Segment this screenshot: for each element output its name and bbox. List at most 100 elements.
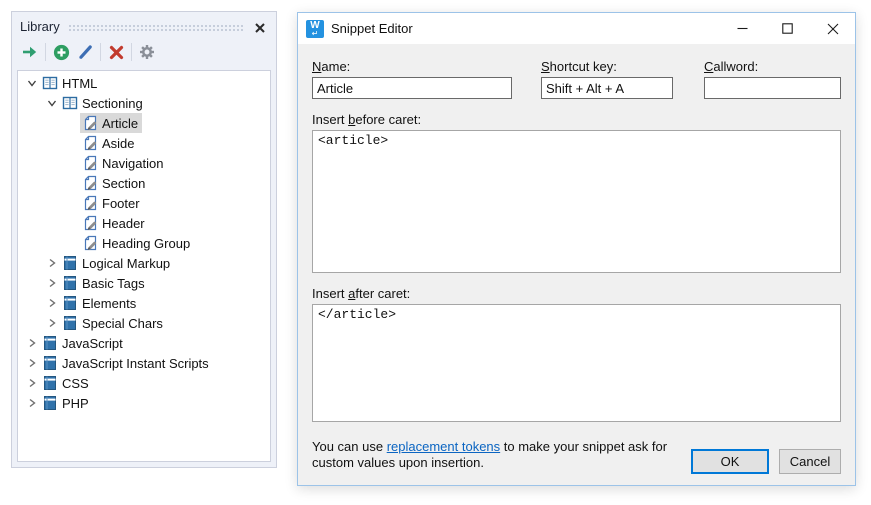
edit-snippet-button[interactable]: [73, 40, 97, 64]
tree-item-css[interactable]: CSS: [18, 373, 270, 393]
shortcut-key-input[interactable]: [541, 77, 673, 99]
tree-item-label: Special Chars: [82, 316, 163, 331]
chevron-right-icon: [27, 398, 37, 408]
tree-item-heading-group[interactable]: Heading Group: [18, 233, 270, 253]
delete-snippet-button[interactable]: [104, 40, 128, 64]
callword-input[interactable]: [704, 77, 841, 99]
gear-icon: [139, 44, 155, 60]
tree-chevron[interactable]: [64, 235, 80, 251]
tree-chevron[interactable]: [44, 275, 60, 291]
dialog-titlebar[interactable]: W↵ Snippet Editor: [298, 13, 855, 44]
chevron-right-icon: [27, 338, 37, 348]
tree-item-footer[interactable]: Footer: [18, 193, 270, 213]
tree-item-aside[interactable]: Aside: [18, 133, 270, 153]
tree-item-html[interactable]: HTML: [18, 73, 270, 93]
replacement-tokens-link[interactable]: replacement tokens: [387, 439, 500, 454]
maximize-button[interactable]: [765, 13, 810, 44]
name-label: Name:: [312, 59, 512, 74]
tree-item-article[interactable]: Article: [18, 113, 270, 133]
chevron-down-icon: [47, 98, 57, 108]
closed-book-icon: [62, 275, 78, 291]
tree-item-header[interactable]: Header: [18, 213, 270, 233]
panel-grip-texture[interactable]: [68, 24, 244, 32]
tree-item-javascript[interactable]: JavaScript: [18, 333, 270, 353]
tree-chevron[interactable]: [24, 75, 40, 91]
tree-item-label: Footer: [102, 196, 140, 211]
close-icon: [827, 23, 839, 35]
closed-book-icon: [62, 315, 78, 331]
tree-item-sectioning[interactable]: Sectioning: [18, 93, 270, 113]
replacement-tokens-note: You can use replacement tokens to make y…: [312, 439, 684, 474]
snippet-tree: HTML: [17, 70, 271, 462]
snippet-page-icon: [82, 235, 98, 251]
tree-item-elements[interactable]: Elements: [18, 293, 270, 313]
tree-chevron[interactable]: [44, 255, 60, 271]
tree-chevron[interactable]: [64, 175, 80, 191]
tree-chevron[interactable]: [44, 95, 60, 111]
open-book-icon: [62, 95, 78, 111]
snippet-page-icon: [82, 135, 98, 151]
toolbar-separator: [45, 43, 46, 61]
closed-book-icon: [42, 335, 58, 351]
snippet-page-icon: [82, 115, 98, 131]
insert-snippet-button[interactable]: [18, 40, 42, 64]
insert-before-caret-textarea[interactable]: <article>: [312, 130, 841, 273]
dialog-body: Name: Shortcut key: Callword: Insert bef…: [298, 44, 855, 486]
tree-chevron[interactable]: [24, 375, 40, 391]
pencil-icon: [77, 44, 93, 60]
library-close-button[interactable]: [252, 20, 268, 36]
closed-book-icon: [42, 355, 58, 371]
tree-item-label: Aside: [102, 136, 135, 151]
dialog-title: Snippet Editor: [331, 21, 720, 36]
tree-chevron[interactable]: [64, 215, 80, 231]
cancel-button[interactable]: Cancel: [779, 449, 841, 474]
chevron-down-icon: [27, 78, 37, 88]
library-header: Library: [12, 12, 276, 36]
library-toolbar: [12, 36, 276, 66]
ok-button[interactable]: OK: [691, 449, 769, 474]
tree-chevron[interactable]: [64, 135, 80, 151]
tree-chevron[interactable]: [24, 335, 40, 351]
tree-item-label: Logical Markup: [82, 256, 170, 271]
insert-before-caret-label: Insert before caret:: [312, 112, 841, 127]
close-button[interactable]: [810, 13, 855, 44]
tree-chevron[interactable]: [24, 395, 40, 411]
closed-book-icon: [42, 395, 58, 411]
tree-item-javascript-instant-scripts[interactable]: JavaScript Instant Scripts: [18, 353, 270, 373]
plus-circle-icon: [53, 44, 70, 61]
chevron-right-icon: [27, 378, 37, 388]
tree-chevron[interactable]: [44, 315, 60, 331]
tree-item-basic-tags[interactable]: Basic Tags: [18, 273, 270, 293]
open-book-icon: [42, 75, 58, 91]
insert-after-caret-label: Insert after caret:: [312, 286, 841, 301]
minimize-button[interactable]: [720, 13, 765, 44]
tree-item-special-chars[interactable]: Special Chars: [18, 313, 270, 333]
tree-item-php[interactable]: PHP: [18, 393, 270, 413]
tree-chevron[interactable]: [44, 295, 60, 311]
tree-item-label: Section: [102, 176, 145, 191]
tree-item-section[interactable]: Section: [18, 173, 270, 193]
close-x-icon: [254, 22, 266, 34]
snippet-editor-dialog: W↵ Snippet Editor Name: S: [297, 12, 856, 486]
settings-button[interactable]: [135, 40, 159, 64]
tree-chevron[interactable]: [24, 355, 40, 371]
library-title: Library: [20, 19, 60, 34]
tree-item-label: PHP: [62, 396, 89, 411]
tree-chevron[interactable]: [64, 155, 80, 171]
add-snippet-button[interactable]: [49, 40, 73, 64]
tree-item-navigation[interactable]: Navigation: [18, 153, 270, 173]
tree-chevron[interactable]: [64, 115, 80, 131]
arrow-right-icon: [21, 44, 39, 60]
maximize-icon: [782, 23, 793, 34]
tree-chevron[interactable]: [64, 195, 80, 211]
tree-item-label: Elements: [82, 296, 136, 311]
red-x-icon: [109, 45, 124, 60]
insert-after-caret-textarea[interactable]: </article>: [312, 304, 841, 422]
tree-item-logical-markup[interactable]: Logical Markup: [18, 253, 270, 273]
name-input[interactable]: [312, 77, 512, 99]
snippet-page-icon: [82, 215, 98, 231]
snippet-page-icon: [82, 155, 98, 171]
shortcut-key-label: Shortcut key:: [541, 59, 673, 74]
tree-item-label: Header: [102, 216, 145, 231]
chevron-right-icon: [47, 298, 57, 308]
